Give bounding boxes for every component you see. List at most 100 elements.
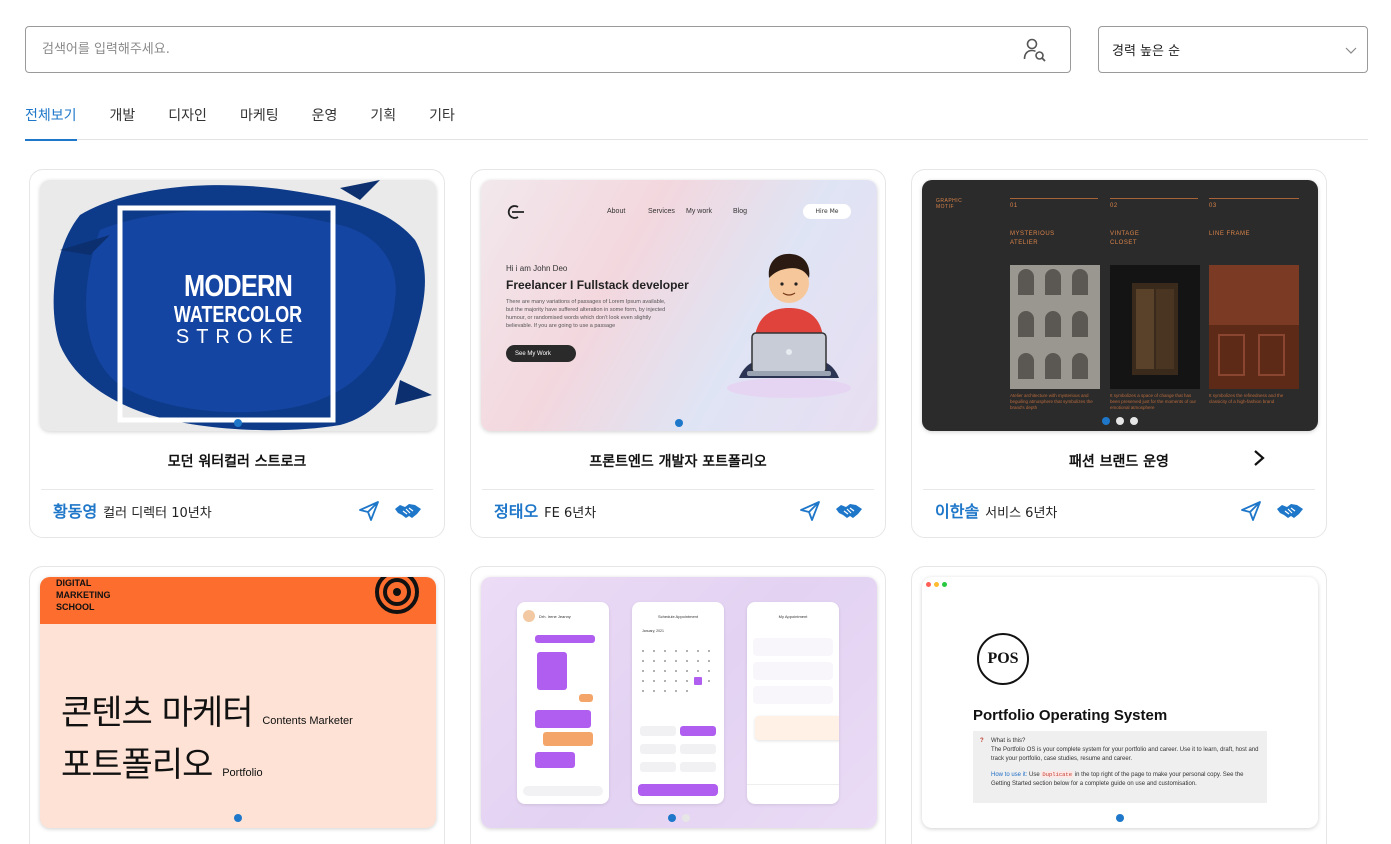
author-role: 서비스 6년차 [985, 506, 1058, 521]
month-label: January, 2021 [642, 629, 664, 633]
atelier-arches-image [1010, 265, 1100, 389]
handshake-icon[interactable] [835, 501, 863, 521]
tab-development[interactable]: 개발 [110, 106, 169, 140]
screen-title: Schedule Appointment [657, 614, 699, 619]
headline-line1: 콘텐츠 마케터 Contents Marketer [61, 685, 353, 734]
send-icon[interactable] [358, 500, 380, 522]
card-author: 황동영 컬러 디렉터 10년차 [53, 498, 212, 522]
column-number: 02 [1110, 203, 1118, 209]
carousel-dot[interactable] [1130, 417, 1138, 425]
carousel-dot-active[interactable] [234, 814, 242, 822]
author-role: FE 6년차 [544, 506, 597, 521]
callout-description: The Portfolio OS is your complete system… [991, 747, 1259, 762]
headline-ko: 포트폴리오 [61, 745, 213, 785]
carousel-dot-active[interactable] [1116, 814, 1124, 822]
carousel-dot-active[interactable] [675, 419, 683, 427]
headline-en: Portfolio [222, 767, 263, 779]
school-line: MARKETING [56, 590, 111, 600]
card-author: 정태오 FE 6년차 [494, 498, 596, 522]
chat-input [523, 786, 603, 796]
carousel-dot-active[interactable] [1102, 417, 1110, 425]
portfolio-card[interactable]: POS Portfolio Operating System ? What is… [911, 566, 1327, 844]
handshake-icon[interactable] [1276, 501, 1304, 521]
callout-how-to: How to use it: Use Duplicate in the top … [991, 770, 1259, 789]
carousel-dot[interactable] [682, 814, 690, 822]
page-title: Portfolio Operating System [973, 707, 1168, 724]
calendar-grid [642, 650, 710, 692]
card-thumbnail[interactable]: GRAPHIC MOTIF 01 02 03 MYSTERIOUS ATELIE… [922, 180, 1318, 431]
school-line: DIGITAL [56, 578, 92, 588]
appointment-item [753, 638, 833, 656]
search-user-icon[interactable] [1022, 37, 1048, 63]
column-rule [1010, 198, 1098, 199]
tab-planning[interactable]: 기획 [370, 106, 429, 140]
card-title: 프론트엔드 개발자 포트폴리오 [589, 454, 767, 470]
column-caption: It symbolizes a space of change that has… [1110, 393, 1197, 410]
portfolio-card[interactable]: GRAPHIC MOTIF 01 02 03 MYSTERIOUS ATELIE… [911, 169, 1327, 538]
send-icon[interactable] [1240, 500, 1262, 522]
author-name[interactable]: 이한솔 [935, 498, 979, 522]
hero-paragraph: There are many variations of passages of… [506, 299, 666, 329]
card-thumbnail[interactable]: DIGITAL MARKETING SCHOOL 콘텐츠 마케터 Content… [40, 577, 436, 828]
window-close-dot [926, 582, 931, 587]
card-divider [41, 489, 433, 490]
bottom-nav [747, 784, 839, 804]
chat-bubble [535, 752, 575, 768]
tab-operation[interactable]: 운영 [312, 106, 371, 140]
author-name[interactable]: 정태오 [494, 498, 538, 522]
carousel-dots [40, 419, 436, 427]
brand-label: GRAPHIC MOTIF [936, 198, 963, 210]
portfolio-card[interactable]: MODERN WATERCOLOR STROKE 모던 워터컬러 스트로크 황동… [29, 169, 445, 538]
carousel-dot-active[interactable] [234, 419, 242, 427]
author-name[interactable]: 황동영 [53, 498, 97, 522]
appointment-screen-mockup: My Appointment [747, 602, 839, 804]
chat-bubble [579, 694, 593, 702]
target-icon [375, 577, 419, 614]
send-icon[interactable] [799, 500, 821, 522]
appointment-item-highlight [755, 716, 839, 740]
tab-marketing[interactable]: 마케팅 [240, 106, 312, 140]
thumb-line-modern: MODERN [183, 268, 293, 303]
tab-all[interactable]: 전체보기 [25, 106, 110, 141]
duplicate-code: Duplicate [1041, 771, 1074, 778]
portfolio-card[interactable]: About Services My work Blog Hire Me Hi i… [470, 169, 886, 538]
sort-select[interactable]: 경력 높은 순 [1098, 26, 1368, 73]
time-slot [640, 726, 676, 736]
search-box[interactable] [25, 26, 1071, 73]
pos-logo: POS [977, 633, 1029, 685]
how-label: How to use it: [991, 772, 1028, 778]
column-name: MYSTERIOUS ATELIER [1010, 231, 1055, 246]
card-thumbnail[interactable]: MODERN WATERCOLOR STROKE [40, 180, 436, 431]
portfolio-card[interactable]: DIGITAL MARKETING SCHOOL 콘텐츠 마케터 Content… [29, 566, 445, 844]
card-thumbnail[interactable]: Drh. Irene Jeanny Schedule Appointment J… [481, 577, 877, 828]
time-slot [680, 744, 716, 754]
portfolio-card[interactable]: Drh. Irene Jeanny Schedule Appointment J… [470, 566, 886, 844]
card-actions [1240, 500, 1304, 522]
handshake-icon[interactable] [394, 501, 422, 521]
schedule-button [638, 784, 718, 796]
search-input[interactable] [26, 27, 1022, 72]
hero-headline: Freelancer I Fullstack developer [506, 278, 689, 292]
time-slot [640, 744, 676, 754]
card-divider [923, 489, 1315, 490]
carousel-dot-active[interactable] [668, 814, 676, 822]
chat-screen-mockup: Drh. Irene Jeanny [517, 602, 609, 804]
card-thumbnail[interactable]: About Services My work Blog Hire Me Hi i… [481, 180, 877, 431]
window-minimize-dot [934, 582, 939, 587]
see-my-work-button: See My Work [506, 345, 576, 362]
card-actions [799, 500, 863, 522]
vintage-closet-image [1110, 265, 1200, 389]
chevron-down-icon [1345, 47, 1357, 54]
nav-my-work: My work [686, 208, 713, 215]
card-thumbnail[interactable]: POS Portfolio Operating System ? What is… [922, 577, 1318, 828]
tab-design[interactable]: 디자인 [168, 106, 240, 140]
tab-etc[interactable]: 기타 [429, 106, 488, 140]
column-caption: Atelier architecture with mysterious and… [1010, 393, 1093, 410]
carousel-dots [922, 814, 1318, 822]
sort-selected-label: 경력 높은 순 [1112, 44, 1181, 59]
carousel-dot[interactable] [1116, 417, 1124, 425]
column-name: LINE FRAME [1209, 231, 1251, 237]
carousel-dots [40, 814, 436, 822]
headline-ko: 콘텐츠 마케터 [61, 693, 253, 733]
chevron-right-icon[interactable] [1252, 449, 1266, 467]
